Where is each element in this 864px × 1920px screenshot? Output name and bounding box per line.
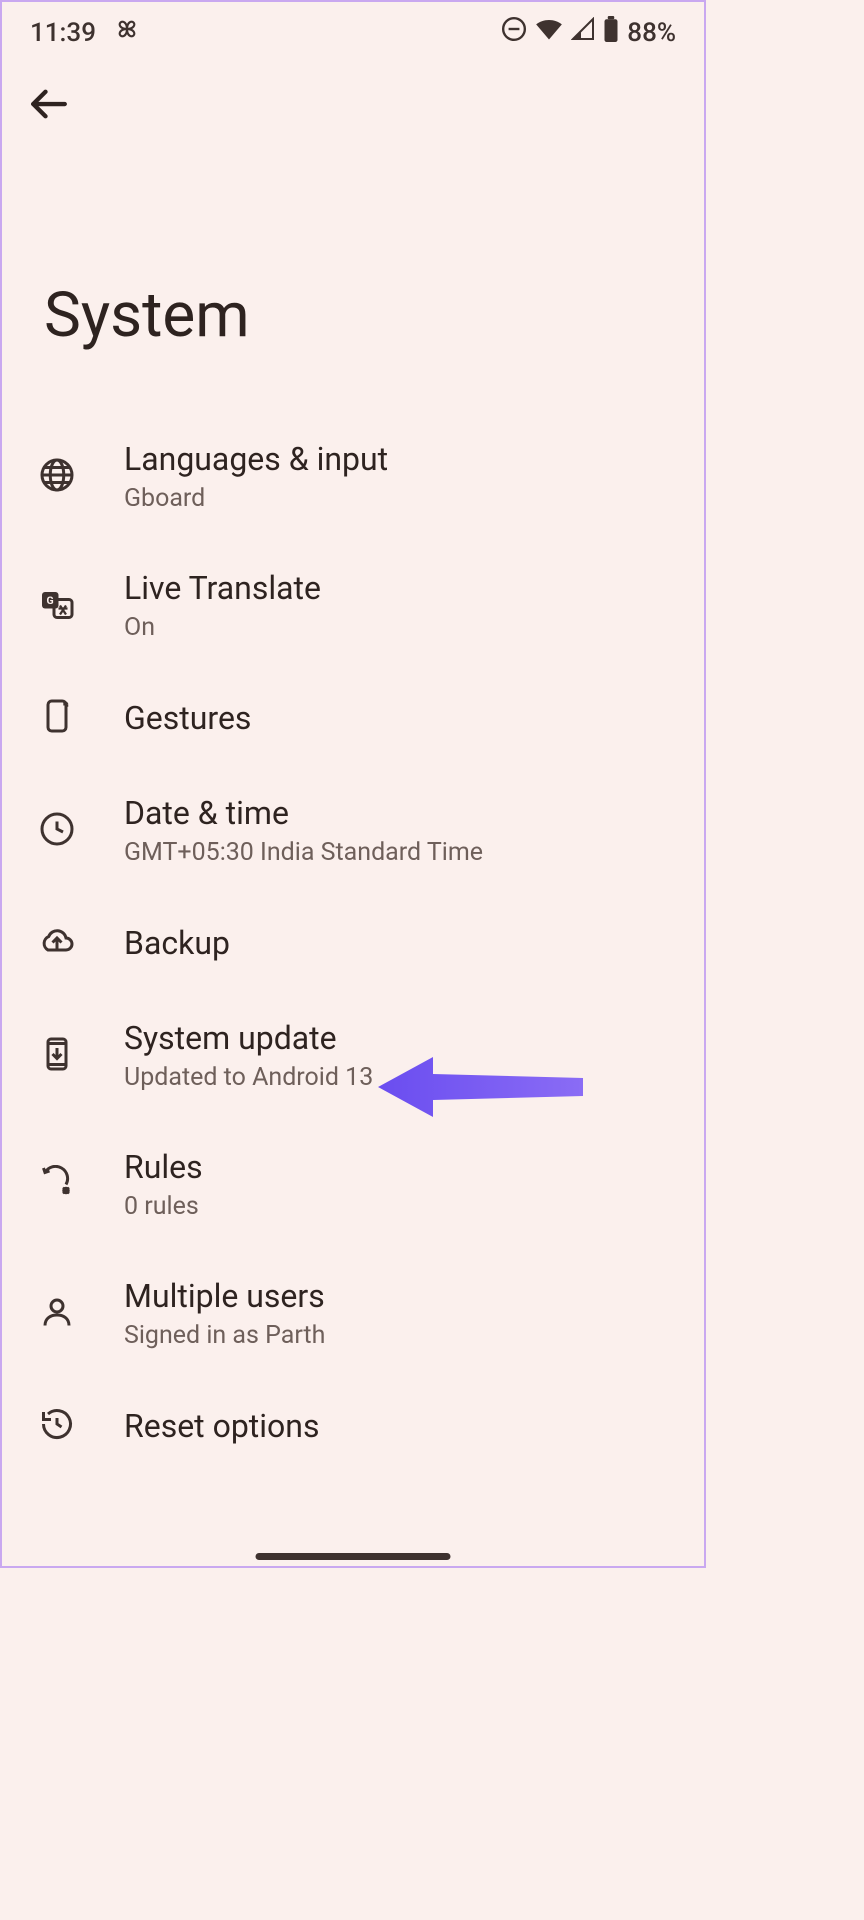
list-item-live-translate[interactable]: G Live Translate On bbox=[32, 541, 674, 670]
gestures-icon bbox=[39, 698, 75, 738]
system-update-icon bbox=[39, 1036, 75, 1076]
svg-text:G: G bbox=[47, 594, 54, 607]
list-item-multiple-users[interactable]: Multiple users Signed in as Parth bbox=[32, 1249, 674, 1378]
list-item-subtitle: GMT+05:30 India Standard Time bbox=[124, 838, 483, 867]
back-button[interactable] bbox=[2, 57, 704, 129]
settings-list: Languages & input Gboard G Live Translat… bbox=[2, 412, 704, 1474]
list-item-system-update[interactable]: System update Updated to Android 13 bbox=[32, 991, 674, 1120]
rules-icon bbox=[39, 1165, 75, 1205]
translate-icon: G bbox=[39, 586, 75, 626]
list-item-subtitle: On bbox=[124, 613, 321, 642]
list-item-title: Live Translate bbox=[124, 569, 321, 607]
wifi-icon bbox=[535, 17, 563, 48]
list-item-subtitle: Signed in as Parth bbox=[124, 1321, 325, 1350]
cloud-upload-icon bbox=[39, 923, 75, 963]
list-item-date-time[interactable]: Date & time GMT+05:30 India Standard Tim… bbox=[32, 766, 674, 895]
list-item-title: Multiple users bbox=[124, 1277, 325, 1315]
cellular-icon bbox=[571, 17, 595, 48]
list-item-title: Rules bbox=[124, 1148, 203, 1186]
pinwheel-icon bbox=[114, 16, 140, 49]
list-item-title: Backup bbox=[124, 924, 230, 962]
dnd-icon bbox=[501, 16, 527, 49]
clock-icon bbox=[39, 811, 75, 851]
list-item-subtitle: Gboard bbox=[124, 484, 388, 513]
list-item-title: Date & time bbox=[124, 794, 483, 832]
nav-handle[interactable] bbox=[256, 1553, 451, 1560]
status-time: 11:39 bbox=[30, 18, 96, 48]
list-item-gestures[interactable]: Gestures bbox=[32, 670, 674, 766]
status-bar: 11:39 bbox=[2, 2, 704, 57]
list-item-reset-options[interactable]: Reset options bbox=[32, 1378, 674, 1474]
battery-percent: 88% bbox=[627, 18, 676, 48]
list-item-backup[interactable]: Backup bbox=[32, 895, 674, 991]
list-item-subtitle: Updated to Android 13 bbox=[124, 1063, 373, 1092]
page-title: System bbox=[2, 129, 704, 412]
list-item-title: Languages & input bbox=[124, 440, 388, 478]
reset-icon bbox=[39, 1406, 75, 1446]
list-item-title: System update bbox=[124, 1019, 373, 1057]
list-item-title: Gestures bbox=[124, 699, 251, 737]
list-item-subtitle: 0 rules bbox=[124, 1192, 203, 1221]
list-item-rules[interactable]: Rules 0 rules bbox=[32, 1120, 674, 1249]
globe-icon bbox=[39, 457, 75, 497]
battery-icon bbox=[603, 16, 619, 49]
list-item-title: Reset options bbox=[124, 1407, 319, 1445]
person-icon bbox=[39, 1294, 75, 1334]
list-item-languages[interactable]: Languages & input Gboard bbox=[32, 412, 674, 541]
